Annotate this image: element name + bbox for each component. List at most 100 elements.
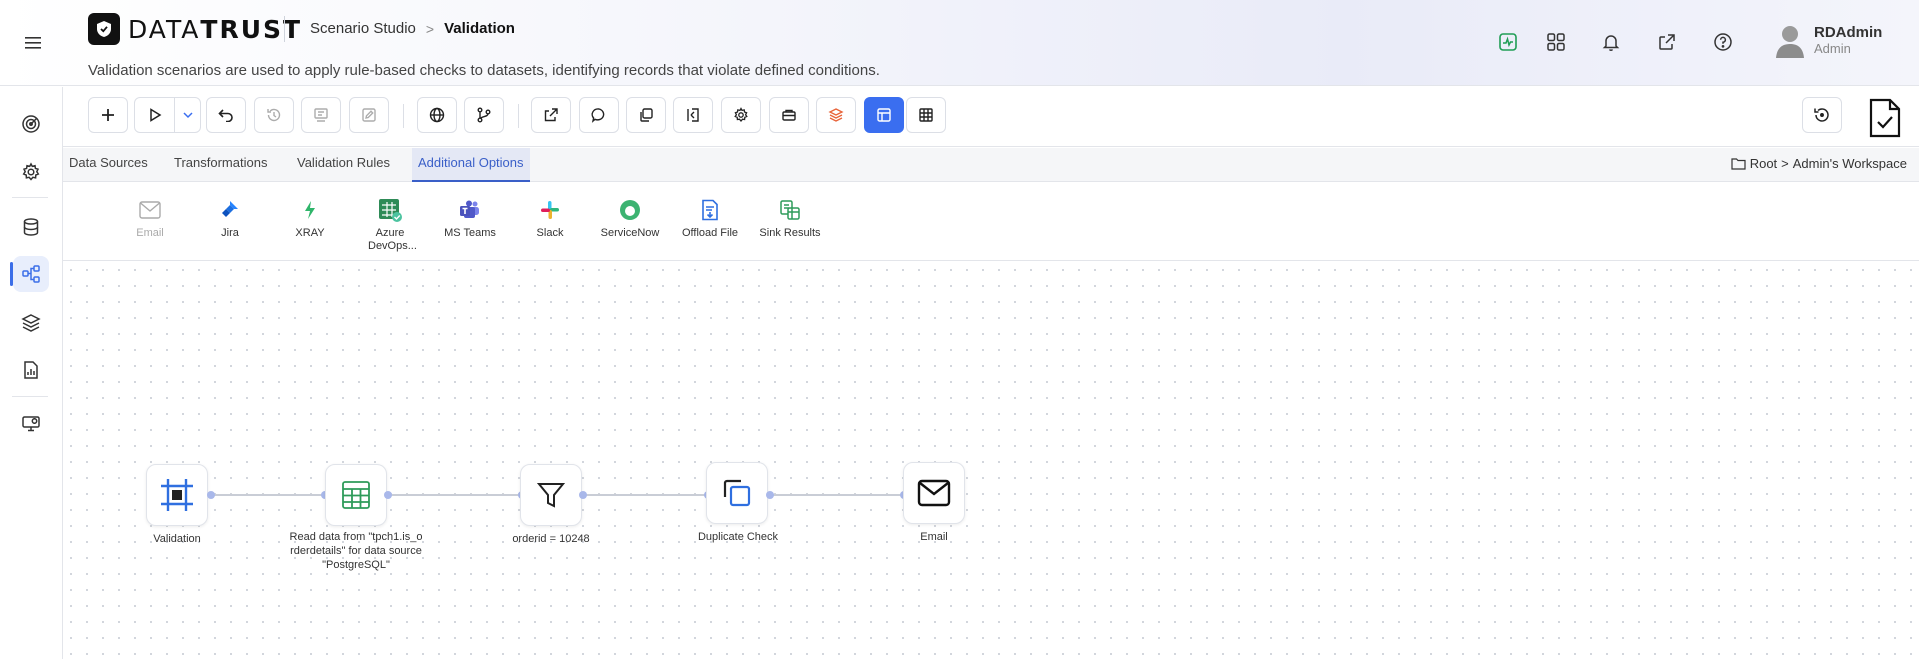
document-check-icon[interactable] <box>1865 95 1905 141</box>
ms-teams-icon <box>430 197 510 223</box>
brand-name: DATATRUST <box>128 14 303 44</box>
integrations-panel: Email Jira XRAY Azure DevOps... MS Teams… <box>63 183 1919 261</box>
workspace-path[interactable]: Root > Admin's Workspace <box>1731 156 1907 171</box>
integration-ms-teams[interactable]: MS Teams <box>430 197 510 240</box>
integration-xray[interactable]: XRAY <box>270 197 350 240</box>
target-icon[interactable] <box>13 106 49 142</box>
integration-servicenow[interactable]: ServiceNow <box>590 197 670 240</box>
run-split-button[interactable] <box>134 97 201 133</box>
toolbar <box>63 87 1919 147</box>
integration-offload-file[interactable]: Offload File <box>670 197 750 240</box>
tab-additional-options[interactable]: Additional Options <box>412 148 530 182</box>
flow-canvas[interactable]: Validation Read data from "tpch1.is_orde… <box>63 262 1919 659</box>
output-port[interactable] <box>579 491 587 499</box>
frame-icon <box>161 479 193 511</box>
integration-jira[interactable]: Jira <box>190 197 270 240</box>
play-icon[interactable] <box>135 98 175 132</box>
table-icon <box>342 481 370 509</box>
menu-icon[interactable] <box>20 30 46 56</box>
mail-icon <box>110 197 190 223</box>
briefcase-button[interactable] <box>769 97 809 133</box>
node-label: orderid = 10248 <box>512 533 590 545</box>
compare-button[interactable] <box>673 97 713 133</box>
activity-icon[interactable] <box>1494 28 1522 56</box>
folder-icon <box>1731 158 1746 170</box>
jira-icon <box>190 197 270 223</box>
sink-results-icon <box>750 197 830 223</box>
stack-button[interactable] <box>816 97 856 133</box>
copy-button[interactable] <box>626 97 666 133</box>
page-description: Validation scenarios are used to apply r… <box>88 62 880 79</box>
path-separator: > <box>1781 156 1789 171</box>
breadcrumb-parent[interactable]: Scenario Studio <box>310 20 416 37</box>
node-label: Email <box>920 531 948 543</box>
breadcrumb: Scenario Studio > Validation <box>310 20 515 37</box>
integration-slack[interactable]: Slack <box>510 197 590 240</box>
azure-devops-icon <box>350 197 430 223</box>
flow-node-email[interactable] <box>903 462 965 524</box>
path-root[interactable]: Root <box>1750 156 1777 171</box>
output-port[interactable] <box>207 491 215 499</box>
node-label: Validation <box>153 533 201 545</box>
branch-button[interactable] <box>464 97 504 133</box>
sidebar-divider <box>12 197 48 198</box>
export-button[interactable] <box>531 97 571 133</box>
database-icon[interactable] <box>13 209 49 245</box>
layers-icon[interactable] <box>13 305 49 341</box>
settings-icon[interactable] <box>13 154 49 190</box>
table-view-button[interactable] <box>906 97 946 133</box>
top-header: DATATRUST Scenario Studio > Validation V… <box>0 0 1919 86</box>
monitor-icon[interactable] <box>13 405 49 441</box>
left-sidebar <box>0 87 63 659</box>
apps-grid-icon[interactable] <box>1542 28 1570 56</box>
integration-email[interactable]: Email <box>110 197 190 240</box>
undo-button[interactable] <box>206 97 246 133</box>
node-label: Duplicate Check <box>697 531 779 543</box>
edit-button[interactable] <box>349 97 389 133</box>
tab-transformations[interactable]: Transformations <box>168 148 273 182</box>
history-rollback-button[interactable] <box>1802 97 1842 133</box>
filter-icon <box>536 483 566 508</box>
integration-azure-devops[interactable]: Azure DevOps... <box>350 197 430 253</box>
mail-icon <box>917 479 951 507</box>
comment-button[interactable] <box>579 97 619 133</box>
flow-node-read-data[interactable] <box>325 464 387 526</box>
output-port[interactable] <box>766 491 774 499</box>
layout-view-button[interactable] <box>864 97 904 133</box>
config-button[interactable] <box>721 97 761 133</box>
logo[interactable]: DATATRUST <box>88 13 302 45</box>
user-name: RDAdmin <box>1814 24 1883 41</box>
tab-data-sources[interactable]: Data Sources <box>63 148 154 182</box>
breadcrumb-separator: > <box>425 20 435 37</box>
workflow-icon[interactable] <box>10 256 49 292</box>
globe-button[interactable] <box>417 97 457 133</box>
slack-icon <box>510 197 590 223</box>
avatar <box>1774 22 1806 58</box>
integration-sink-results[interactable]: Sink Results <box>750 197 830 240</box>
bell-icon[interactable] <box>1597 28 1625 56</box>
user-menu[interactable]: RDAdmin Admin <box>1774 22 1882 58</box>
toolbar-divider <box>518 104 519 128</box>
path-workspace[interactable]: Admin's Workspace <box>1793 156 1907 171</box>
xray-icon <box>270 197 350 223</box>
tab-validation-rules[interactable]: Validation Rules <box>291 148 396 182</box>
report-icon[interactable] <box>13 352 49 388</box>
header-divider <box>284 16 285 42</box>
node-label: Read data from "tpch1.is_orderdetails" f… <box>289 531 423 571</box>
chevron-down-icon[interactable] <box>175 98 201 132</box>
flow-node-filter[interactable] <box>520 464 582 526</box>
shield-icon <box>88 13 120 45</box>
help-icon[interactable] <box>1709 28 1737 56</box>
schedule-button[interactable] <box>301 97 341 133</box>
sidebar-divider <box>12 396 48 397</box>
offload-file-icon <box>670 197 750 223</box>
external-link-icon[interactable] <box>1653 28 1681 56</box>
add-button[interactable] <box>88 97 128 133</box>
servicenow-icon <box>590 197 670 223</box>
flow-node-duplicate-check[interactable] <box>706 462 768 524</box>
toolbar-divider <box>403 104 404 128</box>
output-port[interactable] <box>384 491 392 499</box>
tab-bar: Data Sources Transformations Validation … <box>63 148 1919 182</box>
history-button[interactable] <box>254 97 294 133</box>
flow-node-validation[interactable] <box>146 464 208 526</box>
